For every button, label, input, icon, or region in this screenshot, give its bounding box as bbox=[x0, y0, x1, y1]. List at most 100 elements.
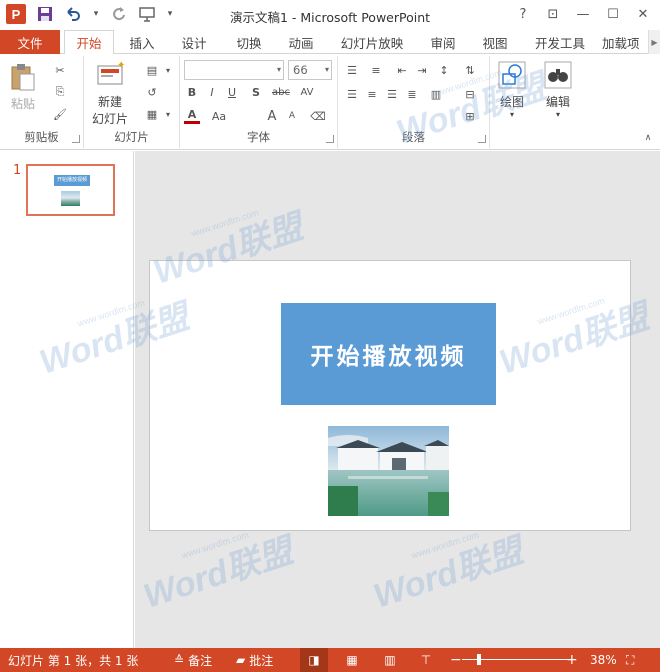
minimize-button[interactable]: — bbox=[568, 2, 598, 26]
shrink-font-button[interactable]: A bbox=[284, 108, 300, 124]
text-direction-icon[interactable]: ⇅ bbox=[462, 62, 478, 78]
save-icon[interactable] bbox=[36, 5, 54, 23]
line-spacing-icon[interactable]: ↕ bbox=[436, 62, 452, 78]
reading-view-button[interactable]: ▥ bbox=[376, 648, 404, 672]
tab-addins[interactable]: 加载项 bbox=[602, 30, 648, 54]
align-text-icon[interactable]: ⊟ bbox=[462, 86, 478, 102]
clipboard-launcher-icon[interactable] bbox=[72, 135, 80, 143]
zoom-level[interactable]: 38% bbox=[590, 648, 617, 672]
cut-icon[interactable]: ✂ bbox=[52, 62, 68, 78]
tab-developer[interactable]: 开发工具 bbox=[524, 30, 596, 54]
new-slide-icon: ✦ bbox=[95, 60, 125, 90]
format-painter-icon[interactable]: 🖌 bbox=[52, 106, 68, 122]
close-button[interactable]: ✕ bbox=[628, 2, 658, 26]
comments-label: 批注 bbox=[249, 653, 274, 668]
font-size-combobox[interactable]: 66 ▾ bbox=[288, 60, 332, 80]
justify-icon[interactable]: ≣ bbox=[404, 86, 420, 102]
zoom-in-button[interactable]: + bbox=[566, 648, 578, 672]
tab-scroll-icon[interactable]: ▶ bbox=[648, 30, 660, 54]
tab-slideshow[interactable]: 幻灯片放映 bbox=[330, 30, 414, 54]
slide-thumbnail[interactable]: 开始播放视频 bbox=[26, 164, 115, 216]
slide-sorter-button[interactable]: ▦ bbox=[338, 648, 366, 672]
slide-photo[interactable] bbox=[328, 426, 449, 516]
present-from-start-icon[interactable] bbox=[138, 5, 156, 23]
ribbon-display-options-button[interactable]: ⊡ bbox=[538, 2, 568, 26]
slide-thumbnail-pane: 1 开始播放视频 bbox=[0, 151, 134, 648]
normal-view-button[interactable]: ◨ bbox=[300, 648, 328, 672]
font-size-dropdown-icon: ▾ bbox=[324, 65, 329, 74]
layout-icon[interactable]: ▤ bbox=[144, 62, 160, 78]
window-controls: ? ⊡ — ☐ ✕ bbox=[508, 2, 658, 26]
group-drawing: 绘图 ▾ bbox=[490, 56, 536, 148]
columns-icon[interactable]: ▥ bbox=[428, 86, 444, 102]
collapse-ribbon-icon[interactable]: ∧ bbox=[640, 130, 656, 146]
underline-button[interactable]: U bbox=[224, 84, 240, 100]
fit-to-window-button[interactable]: ⛶ bbox=[626, 648, 634, 672]
shadow-button[interactable]: S bbox=[248, 84, 264, 100]
slide-title-box[interactable]: 开始播放视频 bbox=[281, 303, 496, 405]
slideshow-view-button[interactable]: ⊤ bbox=[412, 648, 440, 672]
zoom-out-button[interactable]: − bbox=[450, 648, 462, 672]
editing-label: 编辑 bbox=[545, 95, 570, 109]
font-name-combobox[interactable]: ▾ bbox=[184, 60, 284, 80]
zoom-slider-thumb[interactable] bbox=[477, 654, 482, 665]
section-dropdown-icon[interactable]: ▾ bbox=[160, 106, 176, 122]
tab-file[interactable]: 文件 bbox=[0, 30, 60, 54]
binoculars-icon bbox=[543, 60, 573, 90]
clear-formatting-icon[interactable]: ⌫ bbox=[310, 108, 326, 124]
font-name-dropdown-icon: ▾ bbox=[276, 65, 281, 74]
notes-button[interactable]: ≙ 备注 bbox=[174, 648, 212, 672]
group-paragraph: ☰ ≡ ⇤ ⇥ ↕ ⇅ ☰ ≡ ☰ ≣ ▥ ⊟ ⊞ 段落 bbox=[338, 56, 490, 148]
slide-count-text: 幻灯片 第 1 张，共 1 张 bbox=[8, 653, 139, 668]
strikethrough-button[interactable]: abc bbox=[270, 84, 292, 100]
smartart-icon[interactable]: ⊞ bbox=[462, 108, 478, 124]
slide-canvas[interactable]: 开始播放视频 bbox=[149, 260, 631, 531]
font-color-button[interactable]: A bbox=[184, 108, 200, 124]
redo-icon[interactable] bbox=[110, 5, 128, 23]
font-launcher-icon[interactable] bbox=[326, 135, 334, 143]
layout-dropdown-icon[interactable]: ▾ bbox=[160, 62, 176, 78]
tab-design[interactable]: 设计 bbox=[170, 30, 218, 54]
group-font: ▾ 66 ▾ B I U S abc AV A Aa A A ⌫ 字体 bbox=[180, 56, 338, 148]
tab-transitions[interactable]: 切换 bbox=[222, 30, 276, 54]
italic-button[interactable]: I bbox=[204, 84, 220, 100]
powerpoint-logo-icon[interactable]: P bbox=[6, 4, 26, 24]
drawing-button[interactable]: 绘图 ▾ bbox=[497, 60, 527, 119]
editing-button[interactable]: 编辑 ▾ bbox=[543, 60, 573, 119]
customize-qat-icon[interactable]: ▾ bbox=[166, 5, 174, 23]
decrease-indent-icon[interactable]: ⇤ bbox=[394, 62, 410, 78]
paragraph-launcher-icon[interactable] bbox=[478, 135, 486, 143]
copy-icon[interactable]: ⎘ bbox=[52, 84, 68, 100]
grow-font-button[interactable]: A bbox=[264, 108, 280, 124]
bold-button[interactable]: B bbox=[184, 84, 200, 100]
comments-button[interactable]: ▰ 批注 bbox=[236, 648, 273, 672]
thumbnail-number: 1 bbox=[13, 163, 22, 178]
align-right-icon[interactable]: ☰ bbox=[384, 86, 400, 102]
reset-icon[interactable]: ↺ bbox=[144, 84, 160, 100]
change-case-button[interactable]: Aa bbox=[208, 108, 230, 124]
thumbnail-image bbox=[61, 191, 80, 206]
numbering-icon[interactable]: ≡ bbox=[368, 62, 384, 78]
align-left-icon[interactable]: ☰ bbox=[344, 86, 360, 102]
section-icon[interactable]: ▦ bbox=[144, 106, 160, 122]
help-button[interactable]: ? bbox=[508, 2, 538, 26]
notes-label: 备注 bbox=[188, 653, 213, 668]
paste-button[interactable]: 粘贴 bbox=[8, 62, 38, 112]
drawing-label: 绘图 bbox=[499, 95, 524, 109]
tab-home[interactable]: 开始 bbox=[64, 30, 114, 55]
undo-icon[interactable] bbox=[64, 5, 82, 23]
align-center-icon[interactable]: ≡ bbox=[364, 86, 380, 102]
reading-view-icon: ▥ bbox=[384, 653, 396, 667]
new-slide-label-1: 新建 bbox=[98, 95, 123, 109]
new-slide-label-2: 幻灯片 bbox=[92, 112, 129, 126]
maximize-button[interactable]: ☐ bbox=[598, 2, 628, 26]
new-slide-button[interactable]: ✦ 新建 幻灯片 bbox=[92, 60, 128, 127]
bullets-icon[interactable]: ☰ bbox=[344, 62, 360, 78]
tab-animations[interactable]: 动画 bbox=[276, 30, 326, 54]
tab-insert[interactable]: 插入 bbox=[118, 30, 166, 54]
tab-review[interactable]: 审阅 bbox=[418, 30, 468, 54]
undo-dropdown-icon[interactable]: ▾ bbox=[92, 5, 100, 23]
tab-view[interactable]: 视图 bbox=[472, 30, 518, 54]
char-spacing-button[interactable]: AV bbox=[296, 84, 318, 100]
increase-indent-icon[interactable]: ⇥ bbox=[414, 62, 430, 78]
